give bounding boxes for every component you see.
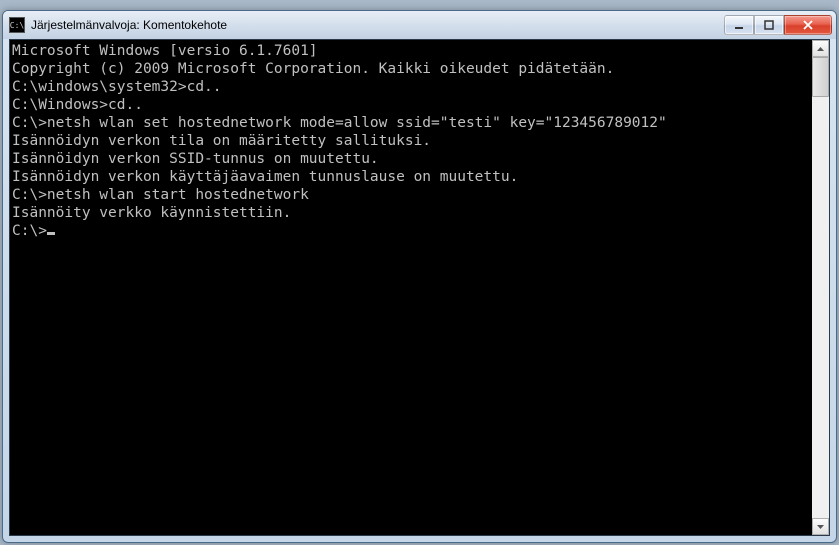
maximize-button[interactable] xyxy=(754,15,784,35)
terminal-line: C:\>netsh wlan set hostednetwork mode=al… xyxy=(12,114,810,132)
minimize-button[interactable] xyxy=(724,15,754,35)
scroll-down-button[interactable] xyxy=(812,518,829,535)
terminal-line: C:\windows\system32>cd.. xyxy=(12,78,810,96)
terminal-output[interactable]: Microsoft Windows [versio 6.1.7601]Copyr… xyxy=(10,40,812,535)
scroll-track[interactable] xyxy=(812,57,829,518)
scroll-up-button[interactable] xyxy=(812,40,829,57)
cmd-icon: C:\ xyxy=(9,17,25,33)
window-controls xyxy=(724,15,832,35)
terminal-line: C:\>netsh wlan start hostednetwork xyxy=(12,186,810,204)
window-title: Järjestelmänvalvoja: Komentokehote xyxy=(31,18,724,32)
terminal-line: C:\Windows>cd.. xyxy=(12,96,810,114)
terminal-line: Isännöidyn verkon SSID-tunnus on muutett… xyxy=(12,150,810,168)
cursor xyxy=(47,232,55,235)
terminal-line: Isännöidyn verkon käyttäjäavaimen tunnus… xyxy=(12,168,810,186)
terminal-line: C:\> xyxy=(12,222,810,240)
cmd-window: C:\ Järjestelmänvalvoja: Komentokehote M… xyxy=(2,10,837,543)
terminal-line: Copyright (c) 2009 Microsoft Corporation… xyxy=(12,60,810,78)
titlebar[interactable]: C:\ Järjestelmänvalvoja: Komentokehote xyxy=(3,11,836,39)
terminal-line: Isännöidyn verkon tila on määritetty sal… xyxy=(12,132,810,150)
client-area: Microsoft Windows [versio 6.1.7601]Copyr… xyxy=(9,39,830,536)
terminal-line: Microsoft Windows [versio 6.1.7601] xyxy=(12,42,810,60)
close-button[interactable] xyxy=(784,15,832,35)
terminal-line: Isännöity verkko käynnistettiin. xyxy=(12,204,810,222)
scroll-thumb[interactable] xyxy=(812,57,829,97)
vertical-scrollbar[interactable] xyxy=(812,40,829,535)
